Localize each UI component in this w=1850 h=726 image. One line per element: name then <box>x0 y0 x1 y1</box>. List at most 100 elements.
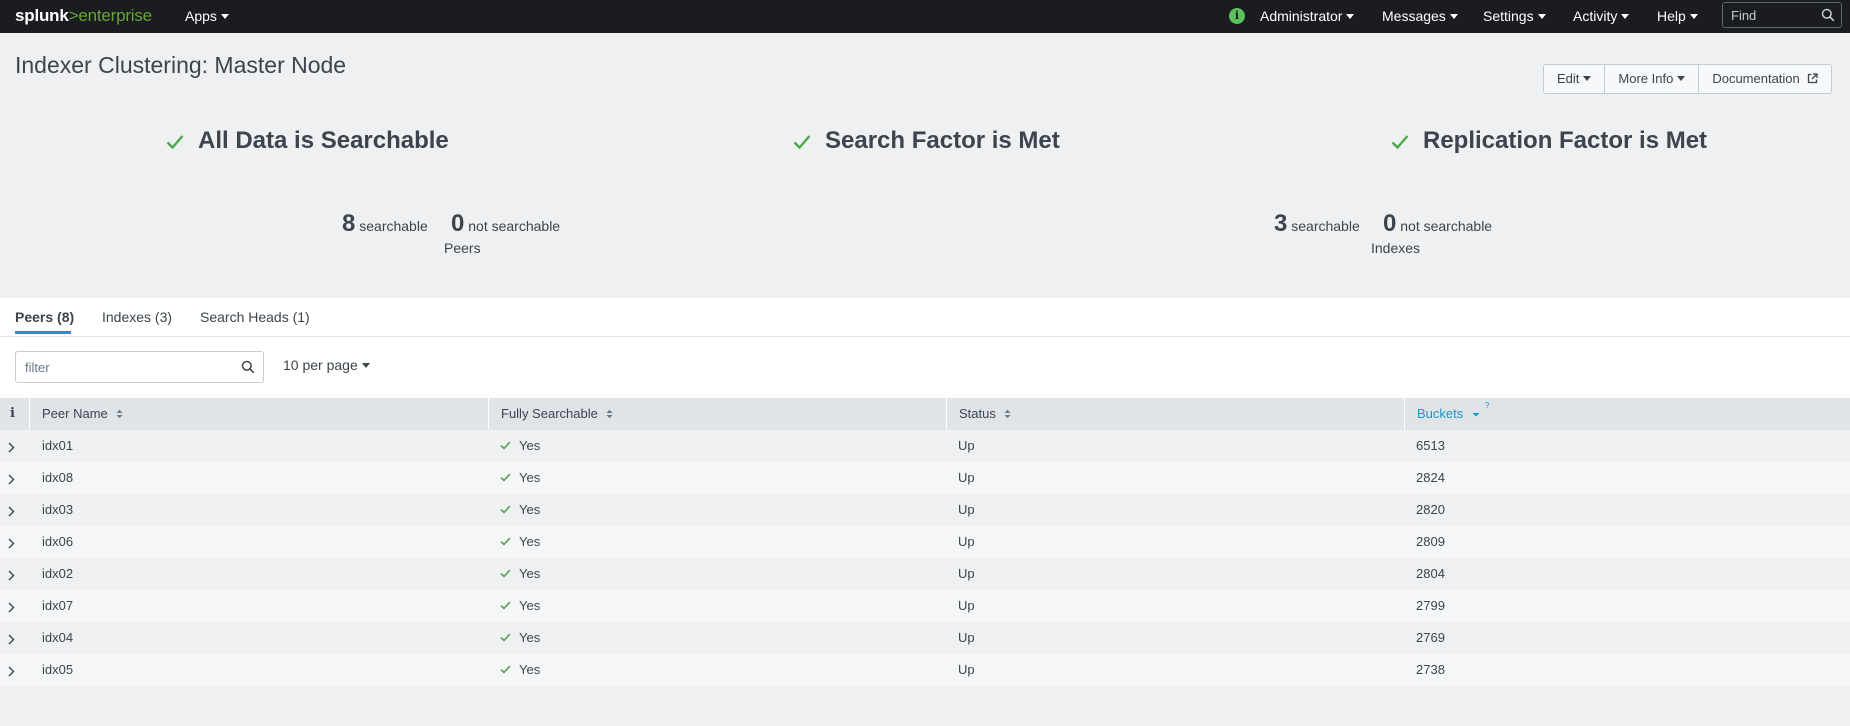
activity-menu[interactable]: Activity <box>1573 8 1630 24</box>
indexes-searchable-number: 3 <box>1274 210 1288 237</box>
tab-peers[interactable]: Peers (8) <box>15 309 74 325</box>
search-icon <box>1821 8 1835 25</box>
apps-menu[interactable]: Apps <box>185 8 229 24</box>
apps-menu-label: Apps <box>185 8 217 24</box>
column-header-peer-name[interactable]: Peer Name <box>29 398 488 430</box>
check-icon <box>500 558 511 590</box>
chevron-right-icon[interactable] <box>8 601 15 616</box>
fully-searchable-value: Yes <box>519 598 541 613</box>
peer-name-cell: idx01 <box>42 438 74 453</box>
external-link-icon <box>1807 66 1819 94</box>
documentation-button[interactable]: Documentation <box>1699 64 1833 94</box>
table-row[interactable]: idx07 Yes Up 2799 <box>0 590 1850 622</box>
chevron-right-icon[interactable] <box>8 505 15 520</box>
buckets-cell: 2799 <box>1416 598 1445 613</box>
chevron-right-icon[interactable] <box>8 569 15 584</box>
peers-caption: Peers <box>444 240 481 256</box>
check-icon <box>793 129 811 157</box>
chevron-down-icon <box>1621 13 1630 19</box>
fully-searchable-value: Yes <box>519 630 541 645</box>
chevron-right-icon[interactable] <box>8 441 15 456</box>
active-tab-indicator <box>15 331 71 334</box>
chevron-down-icon <box>1583 76 1592 82</box>
status-cell: Up <box>958 630 975 645</box>
fully-searchable-value: Yes <box>519 502 541 517</box>
table-row[interactable]: idx06 Yes Up 2809 <box>0 526 1850 558</box>
table-row[interactable]: idx01 Yes Up 6513 <box>0 430 1850 462</box>
filter-bar: filter 10 per page <box>0 337 1850 398</box>
peer-name-cell: idx06 <box>42 534 74 549</box>
chevron-right-icon[interactable] <box>8 665 15 680</box>
find-input[interactable]: Find <box>1722 2 1842 28</box>
status-cell: Up <box>958 662 975 677</box>
table-row[interactable]: idx05 Yes Up 2738 <box>0 654 1850 686</box>
logo-product: enterprise <box>78 6 152 25</box>
help-menu[interactable]: Help <box>1657 8 1698 24</box>
fully-searchable-cell: Yes <box>500 462 540 494</box>
buckets-cell: 2820 <box>1416 502 1445 517</box>
peers-not-searchable-count: 0 not searchable <box>451 210 560 238</box>
indexes-searchable-label: searchable <box>1291 218 1360 234</box>
column-header-fully-searchable[interactable]: Fully Searchable <box>488 398 946 430</box>
chevron-down-icon <box>1677 76 1686 82</box>
settings-menu[interactable]: Settings <box>1483 8 1546 24</box>
tab-indexes[interactable]: Indexes (3) <box>102 309 172 325</box>
logo-brand: splunk <box>15 6 69 25</box>
fully-searchable-cell: Yes <box>500 622 540 654</box>
peers-searchable-label: searchable <box>359 218 428 234</box>
buckets-cell: 2809 <box>1416 534 1445 549</box>
table-row[interactable]: idx03 Yes Up 2820 <box>0 494 1850 526</box>
table-row[interactable]: idx08 Yes Up 2824 <box>0 462 1850 494</box>
indexes-not-searchable-count: 0 not searchable <box>1383 210 1492 238</box>
chevron-right-icon[interactable] <box>8 537 15 552</box>
buckets-cell: 2738 <box>1416 662 1445 677</box>
column-header-status[interactable]: Status <box>946 398 1404 430</box>
info-column-header: i <box>10 406 15 421</box>
help-tooltip-icon[interactable]: ? <box>1485 390 1489 422</box>
chevron-right-icon[interactable] <box>8 633 15 648</box>
edit-button[interactable]: Edit <box>1543 64 1606 94</box>
peer-name-cell: idx05 <box>42 662 74 677</box>
chevron-down-icon <box>361 362 370 368</box>
header-action-buttons: Edit More Info Documentation <box>1543 64 1833 94</box>
health-status-icon[interactable]: i <box>1229 8 1245 24</box>
fully-searchable-value: Yes <box>519 662 541 677</box>
check-icon <box>1391 129 1409 157</box>
chevron-right-icon[interactable] <box>8 473 15 488</box>
per-page-label: 10 per page <box>283 357 358 373</box>
peers-searchable-number: 8 <box>342 210 356 237</box>
peer-name-cell: idx03 <box>42 502 74 517</box>
fully-searchable-value: Yes <box>519 534 541 549</box>
buckets-cell: 6513 <box>1416 438 1445 453</box>
column-header-label: Status <box>959 406 996 421</box>
column-header-label: Buckets <box>1417 406 1464 421</box>
messages-menu-label: Messages <box>1382 8 1446 24</box>
chevron-down-icon <box>1537 13 1546 19</box>
buckets-cell: 2769 <box>1416 630 1445 645</box>
column-header-label: Fully Searchable <box>501 406 598 421</box>
buckets-cell: 2824 <box>1416 470 1445 485</box>
table-row[interactable]: idx04 Yes Up 2769 <box>0 622 1850 654</box>
more-info-button[interactable]: More Info <box>1605 64 1700 94</box>
status-label: Search Factor is Met <box>825 127 1060 154</box>
splunk-logo[interactable]: splunk>enterprise <box>15 6 152 26</box>
filter-input[interactable]: filter <box>15 351 264 383</box>
chevron-down-icon <box>1689 13 1698 19</box>
tab-search-heads[interactable]: Search Heads (1) <box>200 309 310 325</box>
check-icon <box>500 494 511 526</box>
sort-icon <box>116 399 123 431</box>
user-menu[interactable]: Administrator <box>1260 8 1355 24</box>
messages-menu[interactable]: Messages <box>1382 8 1458 24</box>
peer-name-cell: idx04 <box>42 630 74 645</box>
check-icon <box>500 590 511 622</box>
fully-searchable-cell: Yes <box>500 654 540 686</box>
column-header-buckets[interactable]: Buckets ? <box>1404 398 1850 430</box>
table-row[interactable]: idx02 Yes Up 2804 <box>0 558 1850 590</box>
tab-strip: Peers (8) Indexes (3) Search Heads (1) <box>0 298 1850 337</box>
status-label: All Data is Searchable <box>198 127 449 154</box>
user-menu-label: Administrator <box>1260 8 1343 24</box>
chevron-down-icon <box>220 13 229 19</box>
chevron-down-icon <box>1346 13 1355 19</box>
per-page-dropdown[interactable]: 10 per page <box>283 357 370 373</box>
table-header: i Peer Name Fully Searchable Status Buck… <box>0 398 1850 430</box>
